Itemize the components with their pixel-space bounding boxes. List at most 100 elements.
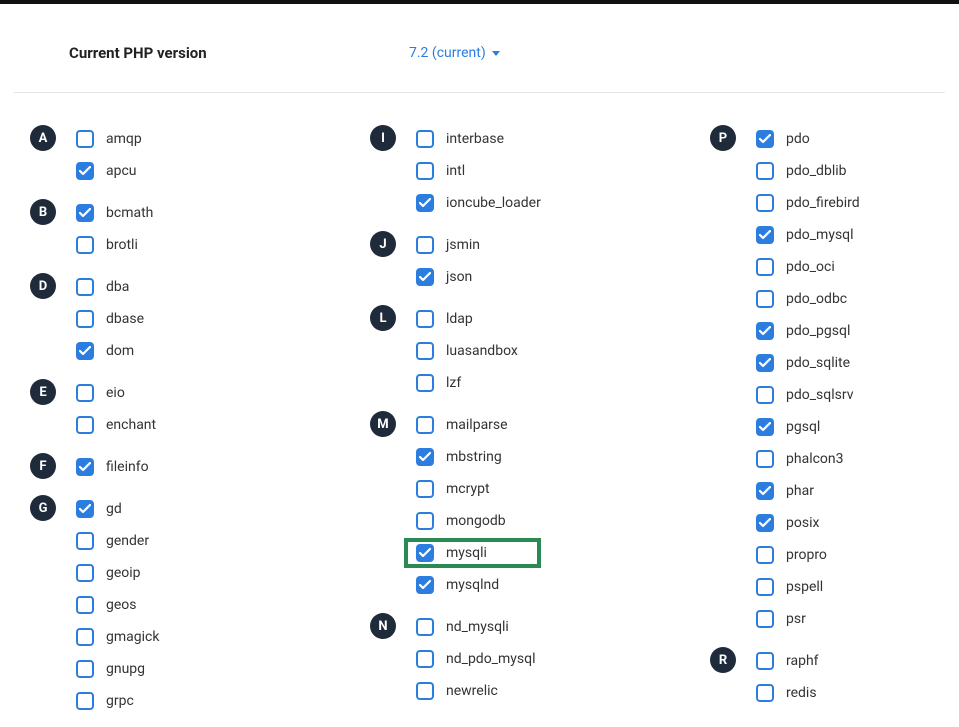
extension-item-geoip[interactable]: geoip [76,557,159,589]
checkbox[interactable] [76,692,94,710]
extension-item-eio[interactable]: eio [76,377,156,409]
checkbox[interactable] [76,236,94,254]
extension-item-pdo[interactable]: pdo [756,123,860,155]
checkbox[interactable] [416,544,434,562]
checkbox[interactable] [76,532,94,550]
extension-item-nd_pdo_mysql[interactable]: nd_pdo_mysql [416,643,536,675]
extension-item-phar[interactable]: phar [756,475,860,507]
checkbox[interactable] [756,354,774,372]
checkbox[interactable] [416,682,434,700]
checkbox[interactable] [416,310,434,328]
checkbox[interactable] [756,322,774,340]
checkbox[interactable] [76,628,94,646]
extension-item-fileinfo[interactable]: fileinfo [76,451,149,483]
checkbox[interactable] [76,458,94,476]
checkbox[interactable] [416,480,434,498]
checkbox[interactable] [416,162,434,180]
extension-item-gd[interactable]: gd [76,493,159,525]
extension-item-mongodb[interactable]: mongodb [416,505,541,537]
extension-item-apcu[interactable]: apcu [76,155,142,187]
extension-item-pdo_firebird[interactable]: pdo_firebird [756,187,860,219]
extension-item-pdo_sqlsrv[interactable]: pdo_sqlsrv [756,379,860,411]
extension-item-grpc[interactable]: grpc [76,685,159,717]
extension-item-posix[interactable]: posix [756,507,860,539]
extension-item-gmagick[interactable]: gmagick [76,621,159,653]
extension-item-mailparse[interactable]: mailparse [416,409,541,441]
extension-item-amqp[interactable]: amqp [76,123,142,155]
checkbox[interactable] [416,342,434,360]
extension-item-jsmin[interactable]: jsmin [416,229,480,261]
checkbox[interactable] [416,194,434,212]
extension-item-intl[interactable]: intl [416,155,541,187]
checkbox[interactable] [76,500,94,518]
extension-item-gnupg[interactable]: gnupg [76,653,159,685]
extension-item-pspell[interactable]: pspell [756,571,860,603]
extension-item-interbase[interactable]: interbase [416,123,541,155]
checkbox[interactable] [76,310,94,328]
checkbox[interactable] [756,610,774,628]
extension-item-redis[interactable]: redis [756,677,819,709]
extension-item-luasandbox[interactable]: luasandbox [416,335,518,367]
extension-item-propro[interactable]: propro [756,539,860,571]
checkbox[interactable] [76,278,94,296]
checkbox[interactable] [416,374,434,392]
checkbox[interactable] [756,578,774,596]
extension-item-pgsql[interactable]: pgsql [756,411,860,443]
checkbox[interactable] [76,596,94,614]
checkbox[interactable] [416,618,434,636]
checkbox[interactable] [416,268,434,286]
extension-item-mbstring[interactable]: mbstring [416,441,541,473]
checkbox[interactable] [756,546,774,564]
extension-item-mysqli[interactable]: mysqli [416,537,541,569]
checkbox[interactable] [756,386,774,404]
extension-item-dom[interactable]: dom [76,335,144,367]
extension-item-json[interactable]: json [416,261,480,293]
extension-item-raphf[interactable]: raphf [756,645,819,677]
extension-item-pdo_dblib[interactable]: pdo_dblib [756,155,860,187]
checkbox[interactable] [416,512,434,530]
checkbox[interactable] [76,162,94,180]
extension-item-dba[interactable]: dba [76,271,144,303]
checkbox[interactable] [756,482,774,500]
checkbox[interactable] [416,416,434,434]
checkbox[interactable] [756,194,774,212]
checkbox[interactable] [76,130,94,148]
extension-item-brotli[interactable]: brotli [76,229,153,261]
checkbox[interactable] [756,162,774,180]
checkbox[interactable] [756,290,774,308]
extension-item-newrelic[interactable]: newrelic [416,675,536,707]
checkbox[interactable] [756,514,774,532]
extension-item-bcmath[interactable]: bcmath [76,197,153,229]
checkbox[interactable] [756,418,774,436]
extension-item-nd_mysqli[interactable]: nd_mysqli [416,611,536,643]
checkbox[interactable] [416,650,434,668]
checkbox[interactable] [756,226,774,244]
checkbox[interactable] [76,416,94,434]
extension-item-gender[interactable]: gender [76,525,159,557]
extension-item-lzf[interactable]: lzf [416,367,518,399]
extension-item-pdo_oci[interactable]: pdo_oci [756,251,860,283]
extension-item-enchant[interactable]: enchant [76,409,156,441]
extension-item-mysqlnd[interactable]: mysqlnd [416,569,541,601]
checkbox[interactable] [756,684,774,702]
checkbox[interactable] [76,204,94,222]
checkbox[interactable] [756,652,774,670]
checkbox[interactable] [76,342,94,360]
extension-item-pdo_mysql[interactable]: pdo_mysql [756,219,860,251]
checkbox[interactable] [416,448,434,466]
extension-item-pdo_sqlite[interactable]: pdo_sqlite [756,347,860,379]
extension-item-geos[interactable]: geos [76,589,159,621]
extension-item-ioncube_loader[interactable]: ioncube_loader [416,187,541,219]
extension-item-mcrypt[interactable]: mcrypt [416,473,541,505]
checkbox[interactable] [756,130,774,148]
checkbox[interactable] [756,258,774,276]
extension-item-ldap[interactable]: ldap [416,303,518,335]
extension-item-phalcon3[interactable]: phalcon3 [756,443,860,475]
extension-item-dbase[interactable]: dbase [76,303,144,335]
checkbox[interactable] [76,564,94,582]
extension-item-pdo_pgsql[interactable]: pdo_pgsql [756,315,860,347]
checkbox[interactable] [756,450,774,468]
checkbox[interactable] [76,384,94,402]
checkbox[interactable] [76,660,94,678]
extension-item-pdo_odbc[interactable]: pdo_odbc [756,283,860,315]
